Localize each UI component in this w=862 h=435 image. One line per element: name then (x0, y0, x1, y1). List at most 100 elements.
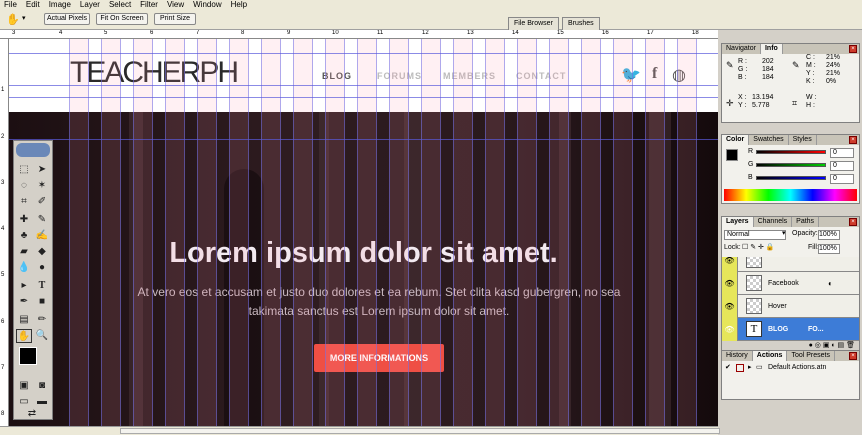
color-g-value[interactable]: 0 (830, 161, 854, 171)
type-tool-icon[interactable]: T (34, 279, 50, 293)
ruler-tick-label: 16 (602, 30, 609, 36)
quick-mask-off-icon[interactable]: ▣ (16, 379, 32, 393)
tab-swatches[interactable]: Swatches (749, 135, 789, 145)
toolbox: ⬚ ➤ ◌ ✶ ⌗ ✐ ✚ ✎ ♣ ✍ ▰ ◆ 💧 ● ▸ T ✒ ■ ▤ ✏ … (13, 140, 53, 420)
green-slider[interactable] (756, 163, 826, 167)
notes-tool-icon[interactable]: ▤ (16, 313, 32, 327)
clone-stamp-tool-icon[interactable]: ♣ (16, 229, 32, 243)
layer-row[interactable]: 👁 (722, 257, 859, 272)
info-w-label: W : (806, 94, 817, 101)
menu-edit[interactable]: Edit (26, 0, 40, 9)
menu-filter[interactable]: Filter (140, 0, 158, 9)
blend-mode-select[interactable]: Normal (724, 230, 786, 240)
tab-brushes[interactable]: Brushes (562, 17, 600, 30)
eraser-tool-icon[interactable]: ▰ (16, 245, 32, 259)
tab-navigator[interactable]: Navigator (722, 44, 761, 54)
opacity-input[interactable]: 100% (818, 230, 840, 240)
menu-view[interactable]: View (167, 0, 184, 9)
marquee-tool-icon[interactable]: ⬚ (16, 163, 32, 177)
menu-image[interactable]: Image (49, 0, 71, 9)
crop-tool-icon[interactable]: ⌗ (16, 195, 32, 209)
color-spectrum-bar[interactable] (724, 189, 857, 201)
layer-actions-bar[interactable]: ● ◎ ▣ ◐ ▤ 🗑 (722, 341, 859, 350)
jump-to-imageready-icon[interactable]: ⇄ (24, 407, 40, 421)
close-icon[interactable]: × (849, 218, 857, 226)
pen-tool-icon[interactable]: ✒ (16, 295, 32, 309)
menu-help[interactable]: Help (231, 0, 247, 9)
paint-bucket-tool-icon[interactable]: ◆ (34, 245, 50, 259)
tab-history[interactable]: History (722, 351, 753, 361)
design-canvas[interactable]: TEACHERPH BLOG FORUMS MEMBERS CONTACT 🐦 … (9, 39, 718, 426)
fill-input[interactable]: 100% (818, 244, 840, 254)
move-tool-icon[interactable]: ➤ (34, 163, 50, 177)
palette-well: Navigator Info × ✎ R : 202 G : 184 B : 1… (718, 30, 862, 435)
red-slider[interactable] (756, 150, 826, 154)
chevron-down-icon[interactable]: ▾ (782, 230, 786, 238)
hand-tool-icon[interactable]: ✋ (6, 13, 20, 26)
brush-tool-icon[interactable]: ✎ (34, 213, 50, 227)
tab-actions[interactable]: Actions (752, 351, 788, 361)
eye-icon[interactable]: 👁 (722, 257, 738, 272)
lock-icons[interactable]: ☐ ✎ ✛ 🔒 (742, 244, 775, 252)
actual-pixels-button[interactable]: Actual Pixels (44, 13, 90, 25)
tab-layers[interactable]: Layers (722, 217, 754, 227)
color-r-value[interactable]: 0 (830, 148, 854, 158)
eye-icon[interactable]: 👁 (722, 272, 738, 295)
path-selection-tool-icon[interactable]: ▸ (16, 279, 32, 293)
blur-tool-icon[interactable]: 💧 (16, 261, 32, 275)
layer-name: Hover (768, 303, 787, 310)
layer-thumbnail (746, 257, 762, 268)
healing-brush-tool-icon[interactable]: ✚ (16, 213, 32, 227)
ruler-tick-label: 7 (1, 365, 5, 371)
fit-on-screen-button[interactable]: Fit On Screen (96, 13, 148, 25)
eye-icon[interactable]: 👁 (722, 295, 738, 318)
action-set-name[interactable]: Default Actions.atn (768, 364, 826, 372)
layer-effects-icon[interactable]: ◐ (828, 279, 833, 288)
tab-file-browser[interactable]: File Browser (508, 17, 559, 30)
scrollbar-thumb[interactable] (120, 428, 720, 434)
tab-channels[interactable]: Channels (754, 217, 793, 227)
layers-list: 👁 👁 Facebook ◐ 👁 Hover 👁 T BLOG FO... (722, 257, 859, 341)
info-y-position-label: Y : (738, 102, 747, 109)
layer-row-selected[interactable]: 👁 T BLOG FO... (722, 318, 859, 341)
menu-window[interactable]: Window (193, 0, 221, 9)
magic-wand-tool-icon[interactable]: ✶ (34, 179, 50, 193)
tab-tool-presets[interactable]: Tool Presets (787, 351, 835, 361)
tab-styles[interactable]: Styles (789, 135, 817, 145)
dialog-toggle-icon[interactable] (736, 364, 744, 372)
history-brush-tool-icon[interactable]: ✍ (34, 229, 50, 243)
tab-paths[interactable]: Paths (792, 217, 820, 227)
foreground-color-swatch[interactable] (19, 347, 37, 365)
slice-tool-icon[interactable]: ✐ (34, 195, 50, 209)
checkmark-icon[interactable]: ✔ (725, 364, 731, 372)
tool-preset-dropdown-icon[interactable]: ▾ (22, 14, 26, 22)
print-size-button[interactable]: Print Size (154, 13, 196, 25)
close-icon[interactable]: × (849, 352, 857, 360)
close-icon[interactable]: × (849, 45, 857, 53)
document-window[interactable]: 3 4 5 6 7 8 9 10 11 12 13 14 15 16 17 18… (0, 30, 718, 426)
menu-file[interactable]: File (4, 0, 17, 9)
color-b-value[interactable]: 0 (830, 174, 854, 184)
horizontal-scrollbar[interactable] (0, 426, 720, 435)
dodge-tool-icon[interactable]: ● (34, 261, 50, 275)
close-icon[interactable]: × (849, 136, 857, 144)
feather-logo-icon[interactable] (16, 143, 50, 157)
ruler-vertical[interactable]: 1 2 3 4 5 6 7 8 (0, 39, 9, 426)
quick-mask-on-icon[interactable]: ◙ (34, 379, 50, 393)
tab-color[interactable]: Color (722, 135, 750, 145)
menu-select[interactable]: Select (109, 0, 131, 9)
blue-slider[interactable] (756, 176, 826, 180)
layer-row[interactable]: 👁 Facebook ◐ (722, 272, 859, 295)
hand-tool-icon[interactable]: ✋ (16, 329, 32, 343)
shape-tool-icon[interactable]: ■ (34, 295, 50, 309)
layer-row[interactable]: 👁 Hover (722, 295, 859, 318)
tab-info[interactable]: Info (760, 44, 783, 54)
foreground-color-swatch[interactable] (726, 149, 738, 161)
eye-icon[interactable]: 👁 (722, 318, 738, 341)
zoom-tool-icon[interactable]: 🔍 (34, 329, 50, 343)
lasso-tool-icon[interactable]: ◌ (16, 179, 32, 193)
ruler-horizontal[interactable]: 3 4 5 6 7 8 9 10 11 12 13 14 15 16 17 18 (0, 30, 718, 39)
expand-triangle-icon[interactable]: ▸ (748, 364, 752, 372)
menu-layer[interactable]: Layer (80, 0, 100, 9)
eyedropper-tool-icon[interactable]: ✏ (34, 313, 50, 327)
